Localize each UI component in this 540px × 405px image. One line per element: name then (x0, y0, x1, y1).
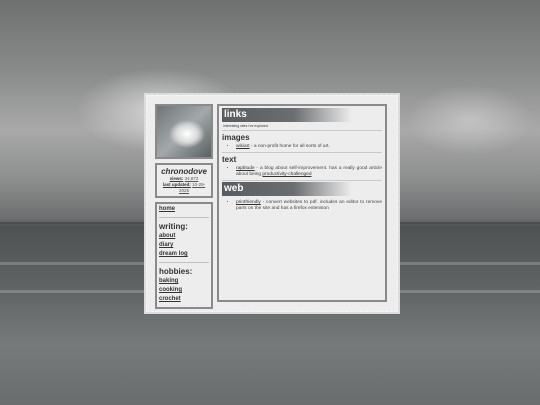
nav-crochet-link[interactable]: crochet (159, 295, 209, 304)
writing-heading: writing: (159, 222, 188, 231)
nav-baking-link[interactable]: baking (159, 277, 209, 286)
divider (159, 262, 209, 263)
nav-about-link[interactable]: about (159, 232, 209, 241)
divider (222, 180, 382, 181)
list-item: wikiart - a non-profit home for all sort… (236, 144, 382, 150)
profile-box: chronodove views: 34,872 last updated: 1… (155, 163, 213, 198)
links-banner: links (222, 108, 352, 122)
hobbies-heading: hobbies: (159, 267, 193, 276)
sidebar: chronodove views: 34,872 last updated: 1… (155, 104, 213, 309)
list-item: printfriendly - convert websites to pdf.… (236, 200, 382, 212)
link-description: - a non-profit home for all sorts of art… (249, 144, 330, 149)
updated-label: last updated: (162, 182, 191, 187)
divider (222, 130, 382, 131)
divider (159, 217, 209, 218)
page-frame: chronodove views: 34,872 last updated: 1… (146, 95, 398, 312)
page-subtitle: interesting sites i've explored (223, 124, 268, 128)
list-item: raptitude - a blog about self-improvemen… (236, 166, 382, 178)
site-name: chronodove (161, 167, 207, 176)
images-heading: images (222, 133, 250, 142)
nav-dream-log-link[interactable]: dream log (159, 250, 209, 259)
views-label: views: (169, 176, 184, 181)
text-heading: text (222, 155, 237, 164)
printfriendly-link[interactable]: printfriendly (236, 200, 261, 205)
divider (222, 152, 382, 153)
raptitude-link[interactable]: raptitude (236, 166, 255, 171)
nav-diary-link[interactable]: diary (159, 241, 209, 250)
avatar (155, 104, 213, 159)
images-list: wikiart - a non-profit home for all sort… (222, 144, 382, 150)
productivity-link[interactable]: productivity-challenged (262, 172, 311, 177)
views-count: 34,872 (184, 176, 199, 181)
wikiart-link[interactable]: wikiart (236, 144, 250, 149)
nav-cooking-link[interactable]: cooking (159, 286, 209, 295)
updated-line: last updated: 10-29-2025 (158, 182, 210, 194)
nav-home-link[interactable]: home (159, 205, 209, 214)
web-list: printfriendly - convert websites to pdf.… (222, 200, 382, 212)
text-list: raptitude - a blog about self-improvemen… (222, 166, 382, 178)
web-banner: web (222, 182, 352, 196)
main-content: links interesting sites i've explored im… (217, 104, 387, 302)
sidebar-nav: home writing: about diary dream log hobb… (155, 202, 213, 309)
